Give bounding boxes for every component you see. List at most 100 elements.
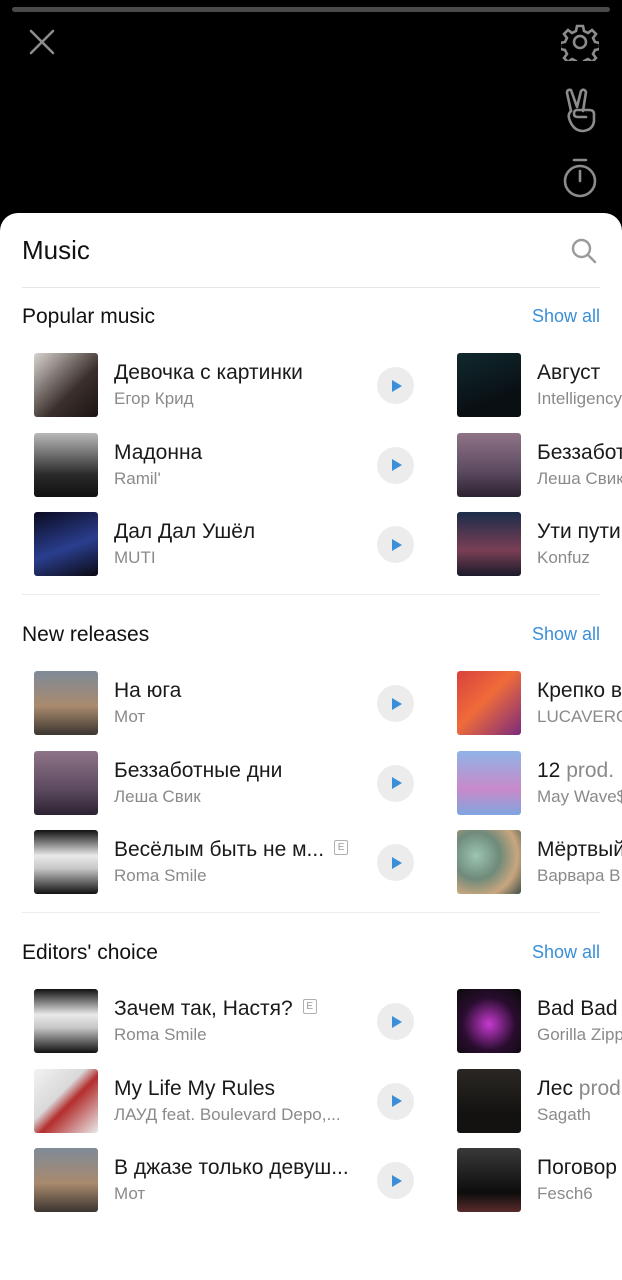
play-icon xyxy=(391,697,402,710)
track-title-text: На юга xyxy=(114,679,182,702)
track-row[interactable]: Ути пути Konfuz xyxy=(457,512,622,576)
track-artist: Варвара В xyxy=(537,866,621,885)
track-row[interactable]: Зачем так, Настя? E Roma Smile xyxy=(34,989,424,1053)
track-artist: MUTI xyxy=(114,548,156,567)
track-row[interactable]: Поговор Fesch6 xyxy=(457,1148,622,1212)
play-icon xyxy=(391,538,402,551)
play-icon xyxy=(391,1174,402,1187)
track-row[interactable]: Лес prod Sagath xyxy=(457,1068,622,1133)
track-artist: Мот xyxy=(114,707,146,726)
track-row[interactable]: 12 prod. May Wave$ xyxy=(457,750,622,815)
play-icon xyxy=(391,856,402,869)
album-cover xyxy=(457,750,521,815)
track-row[interactable]: Крепко в LUCAVERO xyxy=(457,671,622,735)
show-all-link[interactable]: Show all xyxy=(532,942,600,963)
section-title: New releases xyxy=(22,623,150,646)
album-cover xyxy=(457,432,521,497)
album-cover xyxy=(457,830,521,894)
explicit-badge: E xyxy=(302,998,317,1014)
track-row[interactable]: Август Intelligency xyxy=(457,353,622,417)
track-title: Мёртвый xyxy=(537,838,622,862)
track-title-suffix: prod. xyxy=(560,758,615,782)
track-row[interactable]: На юга Мот xyxy=(34,671,424,735)
show-all-link[interactable]: Show all xyxy=(532,624,600,645)
play-button[interactable] xyxy=(377,844,414,881)
track-artist: Егор Крид xyxy=(114,389,194,408)
track-artist: Roma Smile xyxy=(114,1025,207,1044)
track-title: Август xyxy=(537,361,622,385)
track-row[interactable]: Мёртвый Варвара В xyxy=(457,830,622,894)
play-button[interactable] xyxy=(377,1082,414,1120)
play-icon xyxy=(391,1015,402,1028)
track-artist: Леша Свик xyxy=(114,786,201,806)
album-cover xyxy=(457,512,521,576)
album-cover xyxy=(457,353,521,417)
play-button[interactable] xyxy=(377,446,414,484)
track-row[interactable]: Беззаботные дни Леша Свик xyxy=(457,432,622,497)
track-title: Крепко в xyxy=(537,679,622,703)
album-cover xyxy=(34,353,98,417)
sheet-header: Music xyxy=(22,213,600,288)
play-button[interactable] xyxy=(377,526,414,563)
track-title-text: Лес xyxy=(537,1076,573,1100)
play-button[interactable] xyxy=(377,685,414,722)
section-header: New releases Show all xyxy=(0,605,622,663)
track-artist: Konfuz xyxy=(537,548,590,567)
album-cover xyxy=(457,1068,521,1133)
sheet-title: Music xyxy=(22,235,90,265)
timer-icon[interactable] xyxy=(560,156,600,200)
track-artist: Мот xyxy=(114,1184,146,1203)
explicit-badge: E xyxy=(334,839,349,855)
peace-hand-icon[interactable] xyxy=(560,86,600,136)
track-artist: Ramil' xyxy=(114,468,161,488)
play-button[interactable] xyxy=(377,367,414,404)
track-title: Девочка с картинки xyxy=(114,361,369,385)
album-cover xyxy=(34,512,98,576)
track-title-text: Беззаботные дни xyxy=(114,758,283,782)
track-title: Зачем так, Настя? E xyxy=(114,997,369,1021)
section-title: Popular music xyxy=(22,305,156,328)
track-title-text: Август xyxy=(537,361,601,384)
track-title-text: В джазе только девуш... xyxy=(114,1156,349,1179)
track-title-text: Крепко в xyxy=(537,679,622,702)
search-icon[interactable] xyxy=(568,235,600,267)
section-header: Editors' choice Show all xyxy=(0,923,622,981)
track-title: Поговор xyxy=(537,1156,622,1180)
track-row[interactable]: My Life My Rules ЛАУД feat. Boulevard Dep… xyxy=(34,1068,424,1133)
track-row[interactable]: Bad Bad Gorilla Zippo xyxy=(457,989,622,1053)
track-row[interactable]: Весёлым быть не м... E Roma Smile xyxy=(34,830,424,894)
track-title-text: Мёртвый xyxy=(537,838,622,861)
play-icon xyxy=(391,1095,402,1107)
track-row[interactable]: Девочка с картинки Егор Крид xyxy=(34,353,424,417)
music-section: Editors' choice Show all Зачем так, Настя?… xyxy=(0,923,622,1241)
section-divider xyxy=(22,594,600,595)
track-title-text: 12 xyxy=(537,758,561,782)
gear-icon[interactable] xyxy=(560,22,600,62)
track-artist: Roma Smile xyxy=(114,866,207,885)
track-title-text: Зачем так, Настя? xyxy=(114,997,293,1020)
track-row[interactable]: Беззаботные дни Леша Свик xyxy=(34,750,424,815)
track-title-text: Весёлым быть не м... xyxy=(114,838,325,861)
track-row[interactable]: В джазе только девуш... Мот xyxy=(34,1148,424,1212)
track-title-text: Ути пути xyxy=(537,520,621,543)
track-title: Беззаботные дни xyxy=(537,441,622,465)
play-button[interactable] xyxy=(377,1162,414,1199)
play-icon xyxy=(391,379,402,392)
track-title-text: Поговор xyxy=(537,1156,617,1179)
album-cover xyxy=(34,1148,98,1212)
track-row[interactable]: Дал Дал Ушёл MUTI xyxy=(34,512,424,576)
album-cover xyxy=(34,1068,98,1133)
play-button[interactable] xyxy=(377,1003,414,1040)
track-title-text: Дал Дал Ушёл xyxy=(114,520,256,543)
close-icon[interactable] xyxy=(26,26,58,58)
track-title-text: My Life My Rules xyxy=(114,1076,276,1100)
show-all-link[interactable]: Show all xyxy=(532,306,600,327)
track-title: My Life My Rules xyxy=(114,1077,369,1101)
track-row[interactable]: Мадонна Ramil' xyxy=(34,432,424,497)
album-cover xyxy=(34,432,98,497)
section-header: Popular music Show all xyxy=(0,287,622,345)
music-sheet: Music Popular music Show all Девочка с кар… xyxy=(0,213,622,1280)
play-icon xyxy=(391,777,402,789)
play-button[interactable] xyxy=(377,764,414,802)
track-title: Беззаботные дни xyxy=(114,759,369,783)
